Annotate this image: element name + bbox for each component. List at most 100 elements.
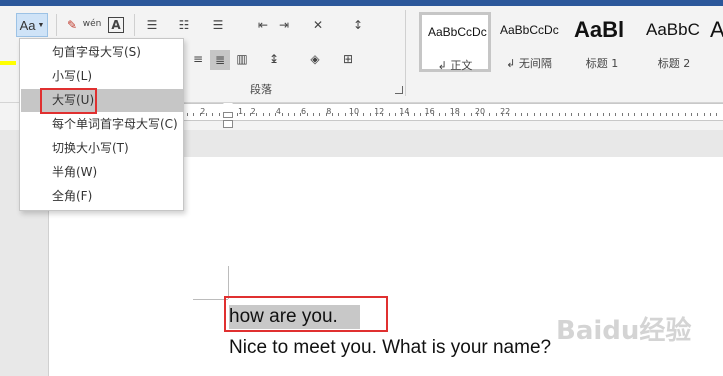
ruler-tick [300, 113, 302, 116]
ruler-tick [407, 113, 409, 116]
ruler-tick [709, 113, 711, 116]
ruler-tick [369, 113, 371, 116]
decrease-indent-icon[interactable]: ⇤ [255, 17, 271, 33]
ruler-tick [281, 113, 283, 116]
ruler-tick [451, 113, 453, 116]
ruler-tick [546, 113, 548, 116]
ruler-tick [703, 113, 705, 116]
ruler-tick [634, 113, 636, 116]
multilevel-list-icon[interactable]: ☰ [210, 17, 226, 33]
ruler-tick [539, 113, 541, 116]
ruler-tick [590, 113, 592, 116]
ruler-number: 8 [326, 107, 332, 116]
ruler-tick [615, 113, 617, 116]
ruler-tick [489, 113, 491, 116]
style-no-spacing[interactable]: AaBbCcDc ↲ 无间隔 [493, 12, 565, 72]
ruler-tick [420, 113, 422, 116]
ruler-tick [508, 113, 510, 116]
ruler-tick [413, 113, 415, 116]
ruler-tick [306, 113, 308, 116]
ruler-tick [243, 113, 245, 116]
ruler-tick [287, 113, 289, 116]
chinese-layout-icon[interactable]: ✕ [310, 17, 326, 33]
ruler-tick [672, 113, 674, 116]
ruler-tick [325, 113, 327, 116]
ruler-number: 2 [200, 107, 206, 116]
align-right-icon[interactable]: ≡ [190, 51, 206, 67]
highlight-color-swatch[interactable] [0, 61, 16, 65]
bullets-icon[interactable]: ☰ [144, 17, 160, 33]
phonetic-guide-icon[interactable]: wén [82, 16, 102, 32]
paragraph-dialog-launcher[interactable] [395, 86, 403, 94]
increase-indent-icon[interactable]: ⇥ [276, 17, 292, 33]
numbering-icon[interactable]: ☷ [176, 17, 192, 33]
ruler-tick [256, 113, 258, 116]
menu-item-sentence-case[interactable]: 句首字母大写(S) [21, 41, 183, 64]
ruler-tick [565, 113, 566, 116]
ruler-tick [187, 113, 188, 116]
word-window: Aa ▼ ✎ wén A ☰ ☷ ☰ ⇤ ⇥ ✕ ↕ ≡ ≣ ▥ ↨ ◈ ⊞ 段… [0, 0, 723, 376]
ruler-tick [514, 113, 516, 116]
ruler-tick [502, 113, 503, 116]
change-case-button[interactable]: Aa ▼ [16, 13, 48, 37]
style-name: ↲ 无间隔 [506, 57, 552, 70]
ruler-tick [376, 113, 377, 116]
style-title[interactable]: A [709, 12, 723, 72]
ruler-tick [193, 113, 195, 116]
margin-corner-mark [193, 299, 228, 300]
ruler-tick [357, 113, 359, 116]
ruler-tick [596, 113, 598, 116]
ruler-tick [199, 113, 201, 116]
distributed-icon[interactable]: ▥ [234, 51, 250, 67]
ruler-tick [533, 113, 535, 116]
ruler-tick [445, 113, 447, 116]
ruler-tick [640, 113, 642, 116]
ruler-tick [350, 113, 352, 116]
style-heading-2[interactable]: AaBbC 标题 2 [639, 12, 709, 72]
ruler-number: 2 [250, 107, 256, 116]
ruler-tick [665, 113, 667, 116]
style-name: 标题 2 [657, 57, 691, 70]
style-name: ↲ 正文 [437, 59, 473, 72]
style-sample: AaBbC [646, 20, 700, 39]
hanging-indent-marker[interactable] [223, 112, 233, 118]
style-name: 标题 1 [585, 57, 619, 70]
ruler-tick [659, 113, 661, 116]
ruler-tick [577, 113, 579, 116]
ruler-tick [691, 113, 692, 116]
sort-icon[interactable]: ↕ [350, 17, 366, 33]
left-indent-marker[interactable] [223, 120, 233, 128]
ruler-tick [388, 113, 390, 116]
style-sample: AaBl [574, 17, 625, 42]
style-normal[interactable]: AaBbCcDc ↲ 正文 [419, 12, 491, 72]
document-line-2[interactable]: Nice to meet you. What is your name? [229, 337, 551, 359]
ruler-tick [218, 113, 220, 116]
ruler-number: 4 [275, 107, 281, 116]
divider [134, 14, 135, 36]
menu-item-toggle-case[interactable]: 切换大小写(T) [21, 137, 183, 160]
clear-formatting-icon[interactable]: ✎ [64, 17, 80, 33]
first-line-indent-marker[interactable] [223, 103, 233, 109]
style-heading-1[interactable]: AaBl 标题 1 [567, 12, 637, 72]
ruler-tick [250, 113, 251, 116]
menu-item-lowercase[interactable]: 小写(L) [21, 65, 183, 88]
watermark-text: Baidu经验 [556, 316, 692, 346]
justify-icon[interactable]: ≣ [210, 50, 230, 70]
ruler-tick [678, 113, 680, 116]
character-border-icon[interactable]: A [108, 17, 124, 33]
ruler-tick [426, 113, 428, 116]
ruler-number: 6 [301, 107, 307, 116]
ruler-tick [394, 113, 396, 116]
ruler-tick [716, 113, 718, 116]
borders-icon[interactable]: ⊞ [340, 51, 356, 67]
menu-item-full-width[interactable]: 全角(F) [21, 185, 183, 208]
ruler-tick [558, 113, 560, 116]
phonetic-label: wén [82, 19, 102, 29]
line-spacing-icon[interactable]: ↨ [266, 51, 282, 67]
ruler-tick [609, 113, 611, 116]
ruler-tick [476, 113, 478, 116]
menu-item-half-width[interactable]: 半角(W) [21, 161, 183, 184]
horizontal-ruler[interactable]: 2 1 2 4 6 8 10 12 14 16 18 20 22 [183, 103, 723, 121]
shading-icon[interactable]: ◈ [307, 51, 323, 67]
menu-item-capitalize-each-word[interactable]: 每个单词首字母大写(C) [21, 113, 183, 136]
